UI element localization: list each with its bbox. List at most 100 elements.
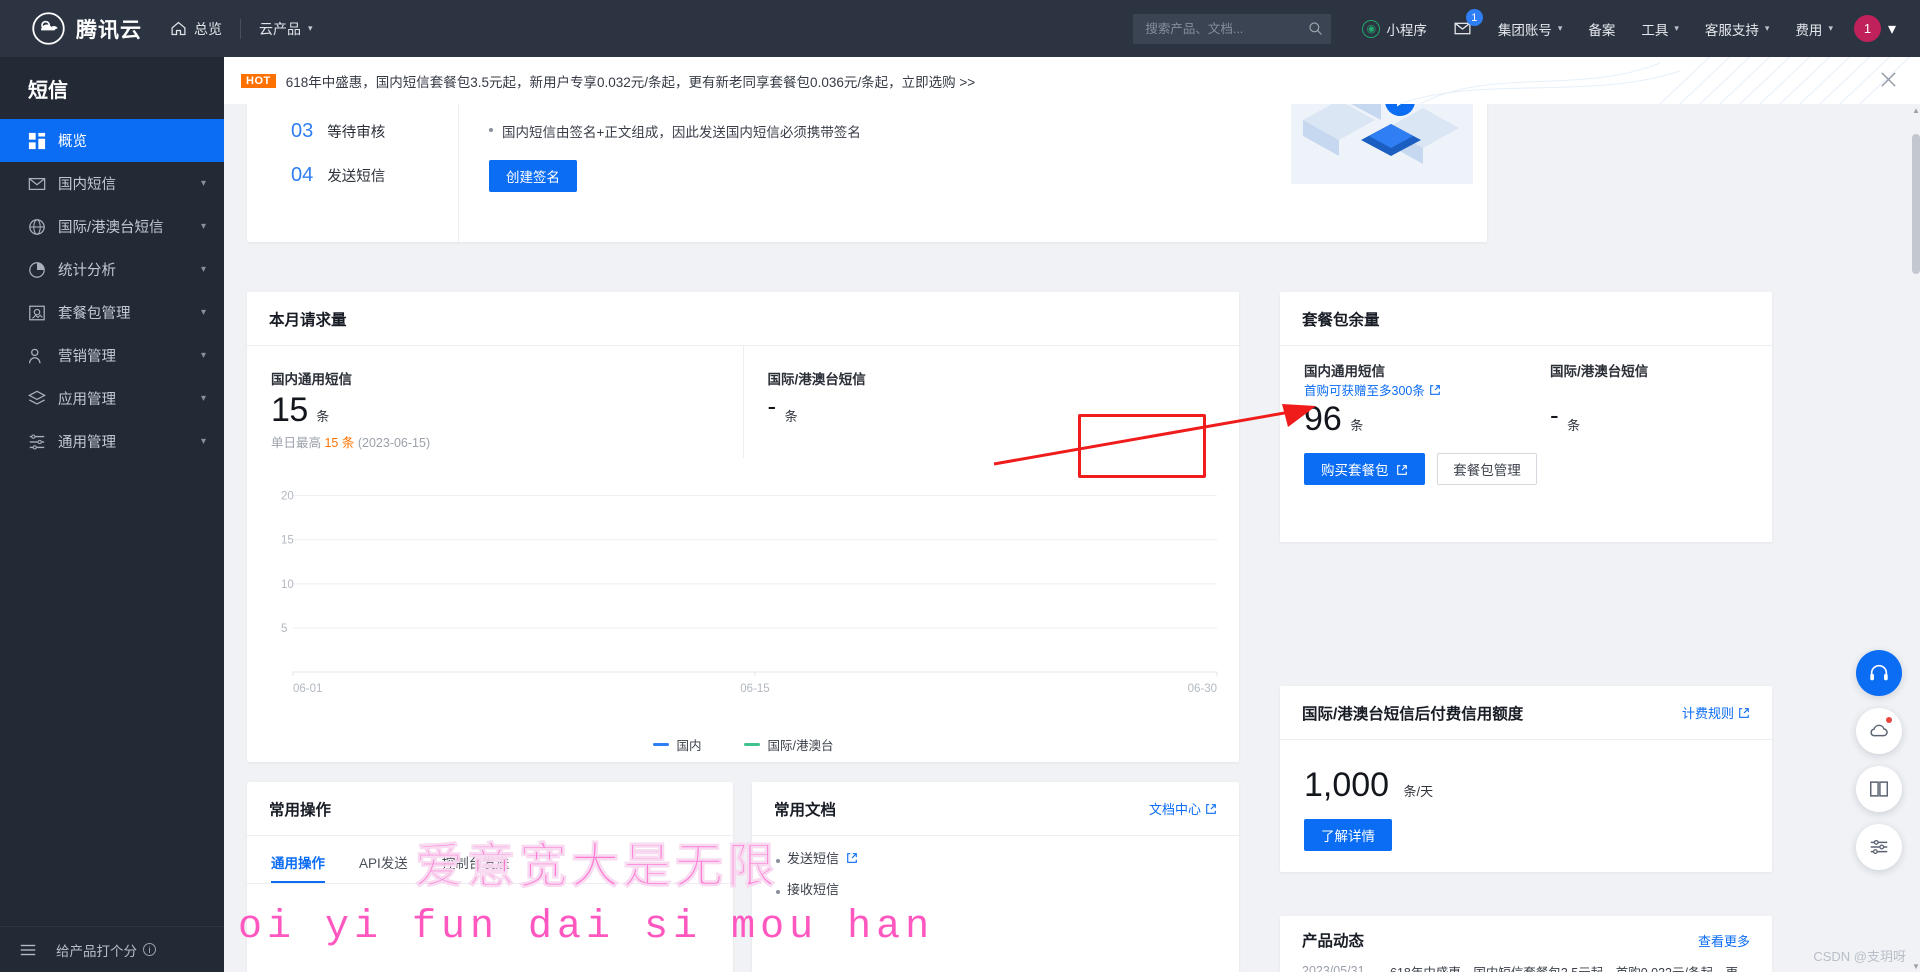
home-icon <box>171 21 186 36</box>
legend-swatch-domestic <box>652 743 669 746</box>
brand-logo-group[interactable]: 腾讯云 <box>0 12 142 45</box>
sidebar-item-marketing[interactable]: 营销管理 ▾ <box>0 334 224 377</box>
cloud-assistant-button[interactable] <box>1856 708 1902 754</box>
getting-started-card: 02 创建短信正文模板 03 等待审核 04 发送短信 创建短信签名前，请先查看… <box>247 104 1487 242</box>
topnav-item-filing[interactable]: 备案 <box>1575 0 1628 57</box>
legend-label-intl: 国际/港澳台 <box>767 739 834 753</box>
manage-package-button[interactable]: 套餐包管理 <box>1437 453 1537 485</box>
search-icon[interactable] <box>1308 21 1323 36</box>
sidebar-footer: 给产品打个分 i <box>0 926 224 972</box>
svg-text:06-01: 06-01 <box>293 683 322 695</box>
chart-legend: 国内 国际/港澳台 <box>259 735 1227 754</box>
page-scrollbar[interactable]: ▲ ▼ <box>1912 104 1920 972</box>
topnav-item-group-account[interactable]: 集团账号 ▾ <box>1485 0 1576 57</box>
floating-dock <box>1856 650 1902 870</box>
topnav-item-filing-label: 备案 <box>1588 22 1616 38</box>
scroll-down-arrow[interactable]: ▼ <box>1912 960 1920 972</box>
docs-center-link[interactable]: 文档中心 <box>1149 799 1217 818</box>
chevron-down-icon: ▾ <box>1887 20 1896 38</box>
guide-illustration <box>1291 104 1473 184</box>
tab-general-operation[interactable]: 通用操作 <box>271 852 325 883</box>
guide-step-list: 02 创建短信正文模板 03 等待审核 04 发送短信 <box>247 104 459 242</box>
external-link-icon <box>1739 707 1749 718</box>
learn-more-button[interactable]: 了解详情 <box>1304 819 1392 851</box>
dashboard-icon <box>28 132 46 149</box>
sidebar-item-app-management[interactable]: 应用管理 ▾ <box>0 377 224 420</box>
external-link-icon <box>847 852 857 863</box>
intl-credit-unit: 条/天 <box>1403 784 1434 799</box>
legend-item-intl[interactable]: 国际/港澳台 <box>743 735 834 754</box>
stat-intl: 国际/港澳台短信 - 条 <box>742 346 1240 458</box>
topnav-item-tools[interactable]: 工具 ▾ <box>1628 0 1692 57</box>
nav-overview[interactable]: 总览 <box>170 19 222 39</box>
rate-product-link[interactable]: 给产品打个分 i <box>56 940 156 960</box>
sidebar-item-statistics[interactable]: 统计分析 ▾ <box>0 248 224 291</box>
quota-intl-unit: 条 <box>1567 418 1581 434</box>
monthly-request-card: 本月请求量 国内通用短信 15 条 单日最高 15 条 (2023-06-15)… <box>247 292 1239 762</box>
brand-name: 腾讯云 <box>76 18 142 42</box>
promo-banner: HOT 618年中盛惠，国内短信套餐包3.5元起，新用户专享0.032元/条起，… <box>224 57 1920 104</box>
billing-rules-link[interactable]: 计费规则 <box>1682 703 1750 722</box>
stat-domestic-value: 15 <box>271 391 308 429</box>
sidebar-item-overview[interactable]: 概览 <box>0 119 224 162</box>
topnav-item-support[interactable]: 客服支持 ▾ <box>1692 0 1783 57</box>
topnav-item-group-account-label: 集团账号 <box>1497 22 1552 38</box>
close-icon[interactable] <box>1879 70 1898 89</box>
chevron-down-icon: ▾ <box>200 393 206 404</box>
stat-intl-value: - <box>767 391 777 421</box>
legend-swatch-intl <box>743 743 760 746</box>
chart-canvas: 20 15 10 5 06-01 06-15 06-30 <box>281 491 1218 695</box>
search-input[interactable] <box>1145 21 1309 36</box>
news-item-date: 2023/05/31 <box>1302 964 1365 972</box>
svg-text:20: 20 <box>281 491 294 503</box>
doc-link-label: 发送短信 <box>787 851 840 866</box>
topnav-item-support-label: 客服支持 <box>1704 22 1759 38</box>
news-item-text: 618年中盛惠，国内短信套餐包3.5元起，首购0.032元/条起，更有新老同享套… <box>1390 964 1750 972</box>
doc-link-label: 接收短信 <box>787 882 840 897</box>
chevron-down-icon: ▾ <box>1674 23 1679 33</box>
nav-cloud-products[interactable]: 云产品 ▾ <box>259 19 313 39</box>
sidebar-item-app-management-label: 应用管理 <box>58 392 116 408</box>
monthly-request-title: 本月请求量 <box>269 311 347 329</box>
common-docs-title: 常用文档 <box>774 801 837 819</box>
tab-api-send[interactable]: API发送 <box>359 852 408 883</box>
scrollbar-thumb[interactable] <box>1912 134 1920 274</box>
topnav-item-messages[interactable]: 1 <box>1440 0 1485 57</box>
tab-console-send[interactable]: 控制台发送 <box>442 852 510 883</box>
sidebar-item-intl-sms[interactable]: 国际/港澳台短信 ▾ <box>0 205 224 248</box>
guide-step: 03 等待审核 <box>291 120 458 164</box>
banner-text[interactable]: 618年中盛惠，国内短信套餐包3.5元起，新用户专享0.032元/条起，更有新老… <box>286 71 975 91</box>
common-operations-header: 常用操作 <box>247 782 733 836</box>
global-search-box[interactable] <box>1133 13 1332 44</box>
quota-promo-link[interactable]: 首购可获赠至多300条 <box>1304 380 1441 399</box>
docs-button[interactable] <box>1856 766 1902 812</box>
legend-item-domestic[interactable]: 国内 <box>652 735 702 754</box>
package-icon <box>29 305 45 320</box>
chevron-down-icon: ▾ <box>200 350 206 361</box>
quota-domestic-label: 国内通用短信 <box>1304 364 1385 379</box>
sidebar-item-general-management[interactable]: 通用管理 ▾ <box>0 420 224 463</box>
sidebar-item-domestic-sms-label: 国内短信 <box>58 177 116 193</box>
sidebar-item-package-management[interactable]: 套餐包管理 ▾ <box>0 291 224 334</box>
stat-intl-value-row: - 条 <box>768 391 1240 426</box>
topnav-item-billing[interactable]: 费用 ▾ <box>1782 0 1846 57</box>
topnav-item-miniprogram[interactable]: ◉ 小程序 <box>1349 0 1440 57</box>
support-chat-button[interactable] <box>1856 650 1902 696</box>
chevron-down-icon: ▾ <box>1557 23 1563 33</box>
news-item[interactable]: 2023/05/31 618年中盛惠，国内短信套餐包3.5元起，首购0.032元… <box>1280 964 1772 972</box>
wechat-miniprogram-icon: ◉ <box>1362 19 1381 38</box>
chevron-down-icon: ▾ <box>200 264 206 275</box>
view-more-news-link[interactable]: 查看更多 <box>1698 931 1750 950</box>
sidebar-collapse-button[interactable] <box>0 941 56 959</box>
svg-text:06-15: 06-15 <box>740 683 769 695</box>
nav-cloud-products-label: 云产品 <box>259 20 301 37</box>
buy-package-button[interactable]: 购买套餐包 <box>1304 453 1426 485</box>
product-news-header: 产品动态 查看更多 <box>1280 916 1772 964</box>
create-signature-button[interactable]: 创建签名 <box>489 160 577 192</box>
doc-link-row[interactable]: 接收短信 <box>752 867 1239 898</box>
menu-list-button[interactable] <box>1856 824 1902 870</box>
user-avatar-menu[interactable]: 1 ▾ <box>1846 15 1896 42</box>
scroll-up-arrow[interactable]: ▲ <box>1912 104 1920 116</box>
sidebar-item-domestic-sms[interactable]: 国内短信 ▾ <box>0 162 224 205</box>
doc-link-row[interactable]: 发送短信 <box>752 836 1239 867</box>
